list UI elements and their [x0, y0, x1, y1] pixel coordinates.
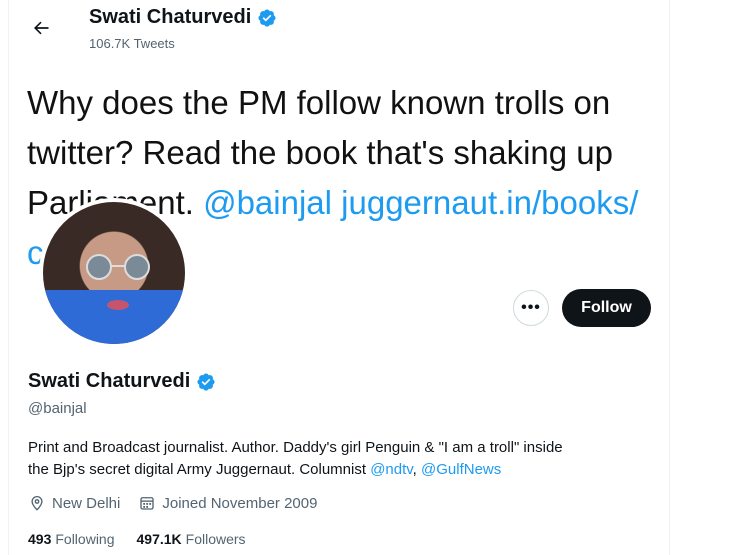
calendar-icon: [140, 497, 155, 510]
mention-link[interactable]: @GulfNews: [421, 461, 501, 478]
profile-name: Swati Chaturvedi: [28, 370, 191, 392]
joined-item: Joined November 2009: [138, 494, 317, 512]
location-item: New Delhi: [28, 494, 120, 512]
following-label: Following: [55, 531, 115, 547]
profile-handle: @bainjal: [28, 400, 87, 417]
header-title: Swati Chaturvedi: [89, 6, 277, 29]
profile-meta: New Delhi Joined November 2009: [28, 494, 317, 512]
following-link[interactable]: 493 Following: [28, 531, 115, 547]
avatar[interactable]: [39, 198, 189, 348]
back-button[interactable]: [23, 10, 59, 46]
verified-badge-icon[interactable]: [196, 372, 216, 392]
following-count: 493: [28, 531, 52, 547]
followers-count: 497.1K: [136, 531, 182, 547]
more-options-button[interactable]: •••: [513, 290, 549, 326]
follow-button[interactable]: Follow: [562, 289, 651, 327]
location-text: New Delhi: [52, 494, 121, 512]
more-icon: •••: [521, 299, 541, 316]
avatar-lips: [107, 300, 129, 310]
profile-column: Swati Chaturvedi 106.7K Tweets Why does …: [8, 0, 670, 555]
location-pin-icon: [31, 496, 43, 511]
profile-bio: Print and Broadcast journalist. Author. …: [28, 439, 563, 478]
sunglasses-shape: [86, 254, 150, 280]
header-name: Swati Chaturvedi: [89, 6, 252, 28]
mention-link[interactable]: @ndtv: [370, 461, 412, 478]
follow-stats: 493 Following 497.1K Followers: [28, 531, 246, 547]
followers-label: Followers: [185, 531, 246, 547]
avatar-scarf: [43, 290, 185, 344]
back-arrow-icon: [34, 21, 49, 35]
tweet-count: 106.7K Tweets: [89, 36, 175, 51]
followers-link[interactable]: 497.1K Followers: [137, 531, 246, 547]
joined-text: Joined November 2009: [162, 494, 318, 512]
profile-name-row: Swati Chaturvedi: [28, 370, 216, 393]
verified-badge-icon: [257, 8, 277, 28]
